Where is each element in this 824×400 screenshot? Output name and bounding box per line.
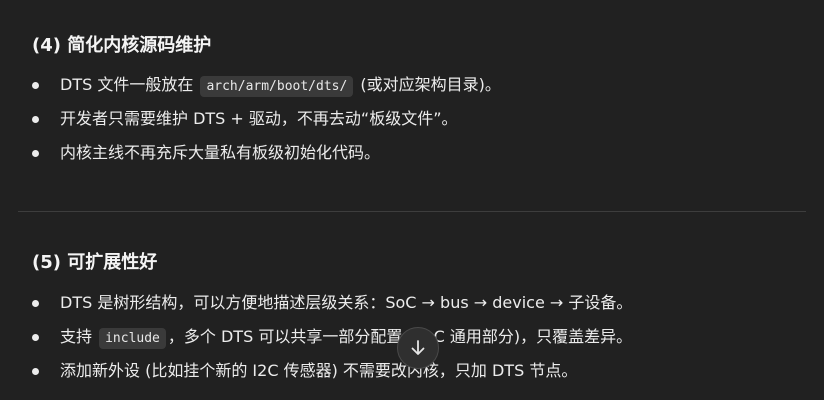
list-item-text: (或对应架构目录)。: [355, 75, 501, 94]
list-item-text: DTS 文件一般放在: [60, 75, 199, 94]
section-heading: (4) 简化内核源码维护: [32, 35, 212, 56]
arrow-down-icon: [411, 340, 425, 355]
inline-code: arch/arm/boot/dts/: [200, 76, 354, 97]
chat-message-content: (4) 简化内核源码维护 DTS 文件一般放在 arch/arm/boot/dt…: [0, 0, 824, 400]
bullet-dot: [32, 334, 39, 341]
scroll-to-bottom-button[interactable]: [397, 327, 439, 369]
list-item: 开发者只需要维护 DTS + 驱动，不再去动“板级文件”。: [32, 102, 808, 136]
bullet-dot: [32, 150, 39, 157]
section-divider: [18, 211, 806, 212]
bullet-list: DTS 文件一般放在 arch/arm/boot/dts/ (或对应架构目录)。…: [32, 68, 808, 170]
section-heading: (5) 可扩展性好: [32, 252, 158, 273]
bottom-fade: [0, 394, 824, 400]
list-item: DTS 是树形结构，可以方便地描述层级关系：SoC → bus → device…: [32, 286, 808, 320]
bullet-dot: [32, 82, 39, 89]
list-item-text: 开发者只需要维护 DTS + 驱动，不再去动“板级文件”。: [60, 109, 458, 128]
bullet-dot: [32, 300, 39, 307]
inline-code: include: [99, 328, 166, 349]
list-item-text: DTS 是树形结构，可以方便地描述层级关系：SoC → bus → device…: [60, 293, 633, 312]
list-item-text: 支持: [60, 327, 98, 346]
list-item-text: 内核主线不再充斥大量私有板级初始化代码。: [60, 143, 381, 162]
section-simplify-maintenance: (4) 简化内核源码维护 DTS 文件一般放在 arch/arm/boot/dt…: [32, 32, 808, 170]
bullet-dot: [32, 368, 39, 375]
bullet-dot: [32, 116, 39, 123]
list-item: 内核主线不再充斥大量私有板级初始化代码。: [32, 136, 808, 170]
list-item: DTS 文件一般放在 arch/arm/boot/dts/ (或对应架构目录)。: [32, 68, 808, 102]
list-item-text: 添加新外设 (比如挂个新的 I2C 传感器) 不需要改内核，只加 DTS 节点。: [60, 361, 578, 380]
